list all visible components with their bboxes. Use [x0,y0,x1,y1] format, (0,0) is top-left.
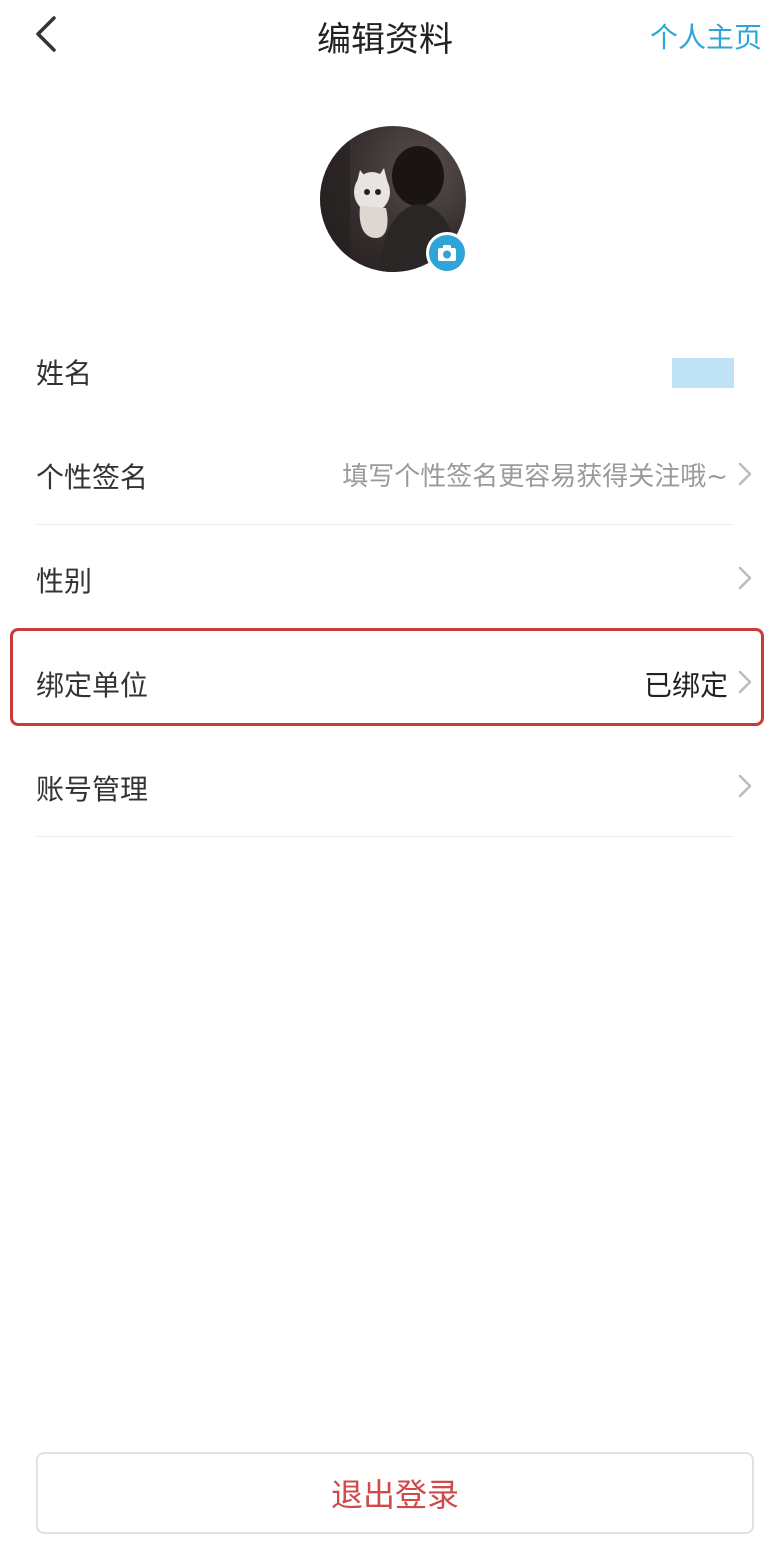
camera-badge[interactable] [426,232,468,274]
row-name[interactable]: 姓名 [0,318,770,422]
divider [36,836,734,837]
name-label: 姓名 [36,357,93,390]
signature-label: 个性签名 [36,461,149,494]
chevron-right-icon [738,462,752,486]
camera-icon [438,245,456,261]
gender-label: 性别 [36,565,93,598]
row-signature[interactable]: 个性签名 填写个性签名更容易获得关注哦~ [0,422,770,526]
chevron-right-icon [738,774,752,798]
highlight-annotation-box [10,628,764,726]
chevron-right-icon [738,566,752,590]
name-value-redacted [672,358,734,388]
top-bar: 编辑资料 个人主页 [0,0,770,70]
logout-button[interactable]: 退出登录 [36,1452,754,1534]
signature-placeholder: 填写个性签名更容易获得关注哦~ [342,462,728,492]
personal-homepage-link[interactable]: 个人主页 [650,16,762,56]
row-account-management[interactable]: 账号管理 [0,734,770,838]
account-management-label: 账号管理 [36,773,149,806]
avatar-container[interactable] [320,126,470,276]
row-gender[interactable]: 性别 [0,526,770,630]
divider [36,524,734,525]
